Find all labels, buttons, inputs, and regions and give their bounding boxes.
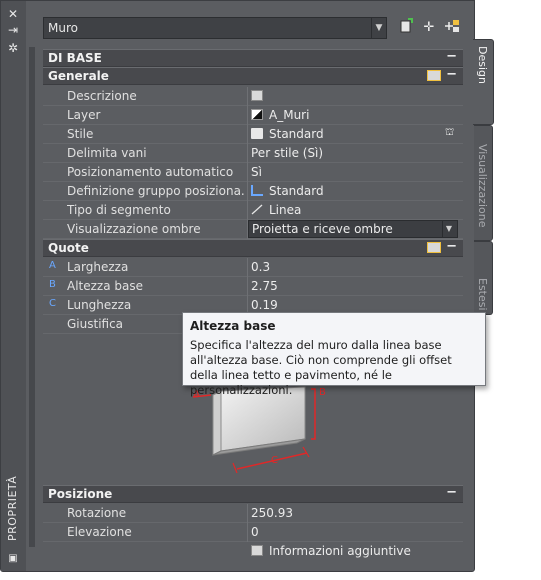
properties-palette-frame: ✕ ⇥ ✲ PROPRIETÀ ▣ Muro ▼ ✛ DI BASE − Gen… xyxy=(0,0,541,580)
collapse-icon[interactable]: − xyxy=(446,67,457,82)
property-value[interactable]: 0.3 xyxy=(251,260,270,274)
quick-select-icon[interactable] xyxy=(442,18,462,38)
info-table-icon xyxy=(251,545,263,556)
column-divider xyxy=(247,144,248,163)
add-style-icon[interactable] xyxy=(396,18,416,38)
wall-style-icon xyxy=(251,128,263,139)
property-row-posizionamento[interactable]: Posizionamento automatico Sì xyxy=(43,163,463,182)
property-label: Delimita vani xyxy=(67,146,147,160)
object-type-dropdown[interactable]: Muro ▼ xyxy=(43,17,387,39)
property-label: Definizione gruppo posiziona... xyxy=(67,184,245,198)
property-label: Visualizzazione ombre xyxy=(67,222,201,236)
dimension-marker: A xyxy=(49,260,56,271)
object-type-value: Muro xyxy=(48,21,78,35)
palette-settings-icon[interactable]: ✲ xyxy=(5,41,21,55)
property-value[interactable]: Linea xyxy=(251,203,301,217)
property-row-elevazione[interactable]: Elevazione 0 xyxy=(43,523,463,542)
collapse-icon[interactable]: − xyxy=(446,49,457,64)
tooltip-title: Altezza base xyxy=(190,319,276,333)
palette-title: PROPRIETÀ xyxy=(6,475,19,541)
property-value[interactable]: 250.93 xyxy=(251,506,293,520)
property-row-visualizzazione-ombre[interactable]: Visualizzazione ombre Proietta e riceve … xyxy=(43,220,463,239)
column-divider xyxy=(247,182,248,201)
category-quote[interactable]: Quote − xyxy=(43,239,463,257)
property-row-larghezza[interactable]: A Larghezza 0.3 xyxy=(43,258,463,277)
property-label: Rotazione xyxy=(67,506,127,520)
property-value[interactable]: Standard xyxy=(251,184,324,198)
auto-hide-icon[interactable]: ⇥ xyxy=(5,23,21,37)
text-editor-icon[interactable] xyxy=(251,90,263,101)
column-divider xyxy=(247,201,248,220)
chevron-down-icon[interactable]: ▼ xyxy=(442,221,455,237)
property-label: Posizionamento automatico xyxy=(67,165,234,179)
property-row-stile[interactable]: Stile Standard ⛫ xyxy=(43,125,463,144)
property-row-informazioni[interactable]: Informazioni aggiuntive xyxy=(43,542,463,561)
property-value[interactable]: 2.75 xyxy=(251,279,278,293)
dimension-marker: C xyxy=(49,298,56,309)
collapse-icon[interactable]: − xyxy=(446,239,457,254)
property-row-definizione-gruppo[interactable]: Definizione gruppo posiziona... Standard xyxy=(43,182,463,201)
vertical-scrollbar[interactable] xyxy=(29,47,35,547)
category-options-icon[interactable] xyxy=(427,70,441,81)
collapse-icon[interactable]: − xyxy=(446,485,457,500)
column-divider xyxy=(247,163,248,182)
property-row-descrizione[interactable]: Descrizione xyxy=(43,87,463,106)
category-title: Generale xyxy=(48,69,109,83)
properties-palette: ✕ ⇥ ✲ PROPRIETÀ ▣ Muro ▼ ✛ DI BASE − Gen… xyxy=(0,0,494,572)
property-label: Layer xyxy=(67,108,101,122)
property-value[interactable]: A_Muri xyxy=(251,108,309,122)
tab-visualizzazione[interactable]: Visualizzazione xyxy=(474,125,493,241)
property-value[interactable]: Per stile (Sì) xyxy=(251,146,323,160)
property-value[interactable]: Sì xyxy=(251,165,262,179)
layer-icon xyxy=(251,109,263,120)
column-divider xyxy=(247,125,248,144)
property-row-tipo-segmento[interactable]: Tipo di segmento Linea xyxy=(43,201,463,220)
property-row-layer[interactable]: Layer A_Muri xyxy=(43,106,463,125)
property-value[interactable]: 0.19 xyxy=(251,298,278,312)
tab-design[interactable]: Design xyxy=(473,39,494,125)
property-value[interactable] xyxy=(251,89,269,103)
property-value[interactable]: 0 xyxy=(251,525,259,539)
category-title: DI BASE xyxy=(48,51,102,65)
illustration-label-c: C xyxy=(271,455,278,466)
dropdown-value: Proietta e riceve ombre xyxy=(252,222,393,236)
column-divider xyxy=(247,277,248,296)
category-title: Posizione xyxy=(48,487,113,501)
property-label: Elevazione xyxy=(67,525,132,539)
property-label: Larghezza xyxy=(67,260,129,274)
property-row-rotazione[interactable]: Rotazione 250.93 xyxy=(43,504,463,523)
palette-menu-icon[interactable]: ▣ xyxy=(5,552,21,566)
line-segment-icon xyxy=(251,204,263,215)
style-browser-icon[interactable]: ⛫ xyxy=(445,127,454,140)
select-objects-icon[interactable]: ✛ xyxy=(419,18,439,38)
category-title: Quote xyxy=(48,241,89,255)
category-posizione[interactable]: Posizione − xyxy=(43,485,463,503)
column-divider xyxy=(247,258,248,277)
property-label: Descrizione xyxy=(67,89,137,103)
column-divider xyxy=(247,87,248,106)
tooltip-body: Specifica l'altezza del muro dalla linea… xyxy=(190,338,452,397)
property-row-delimita-vani[interactable]: Delimita vani Per stile (Sì) xyxy=(43,144,463,163)
category-di-base[interactable]: DI BASE − xyxy=(43,49,463,67)
chevron-down-icon[interactable]: ▼ xyxy=(371,18,386,38)
property-value[interactable]: Standard xyxy=(251,127,324,141)
property-row-altezza-base[interactable]: B Altezza base 2.75 xyxy=(43,277,463,296)
property-label: Stile xyxy=(67,127,94,141)
property-label: Tipo di segmento xyxy=(67,203,171,217)
category-options-icon[interactable] xyxy=(427,242,441,253)
tooltip: Altezza base Specifica l'altezza del mur… xyxy=(182,312,486,397)
shadow-display-dropdown[interactable]: Proietta e riceve ombre ▼ xyxy=(248,220,458,238)
property-label: Lunghezza xyxy=(67,298,132,312)
category-generale[interactable]: Generale − xyxy=(43,67,463,85)
column-divider xyxy=(247,504,248,523)
tab-estesi[interactable]: Estesi xyxy=(474,241,493,315)
property-label: Altezza base xyxy=(67,279,144,293)
cleanup-group-icon xyxy=(251,185,263,196)
close-icon[interactable]: ✕ xyxy=(5,7,21,21)
column-divider xyxy=(247,523,248,542)
additional-info-link[interactable]: Informazioni aggiuntive xyxy=(251,544,411,558)
column-divider xyxy=(247,106,248,125)
dimension-marker: B xyxy=(49,279,56,290)
palette-title-strip[interactable]: ✕ ⇥ ✲ PROPRIETÀ ▣ xyxy=(1,1,26,571)
